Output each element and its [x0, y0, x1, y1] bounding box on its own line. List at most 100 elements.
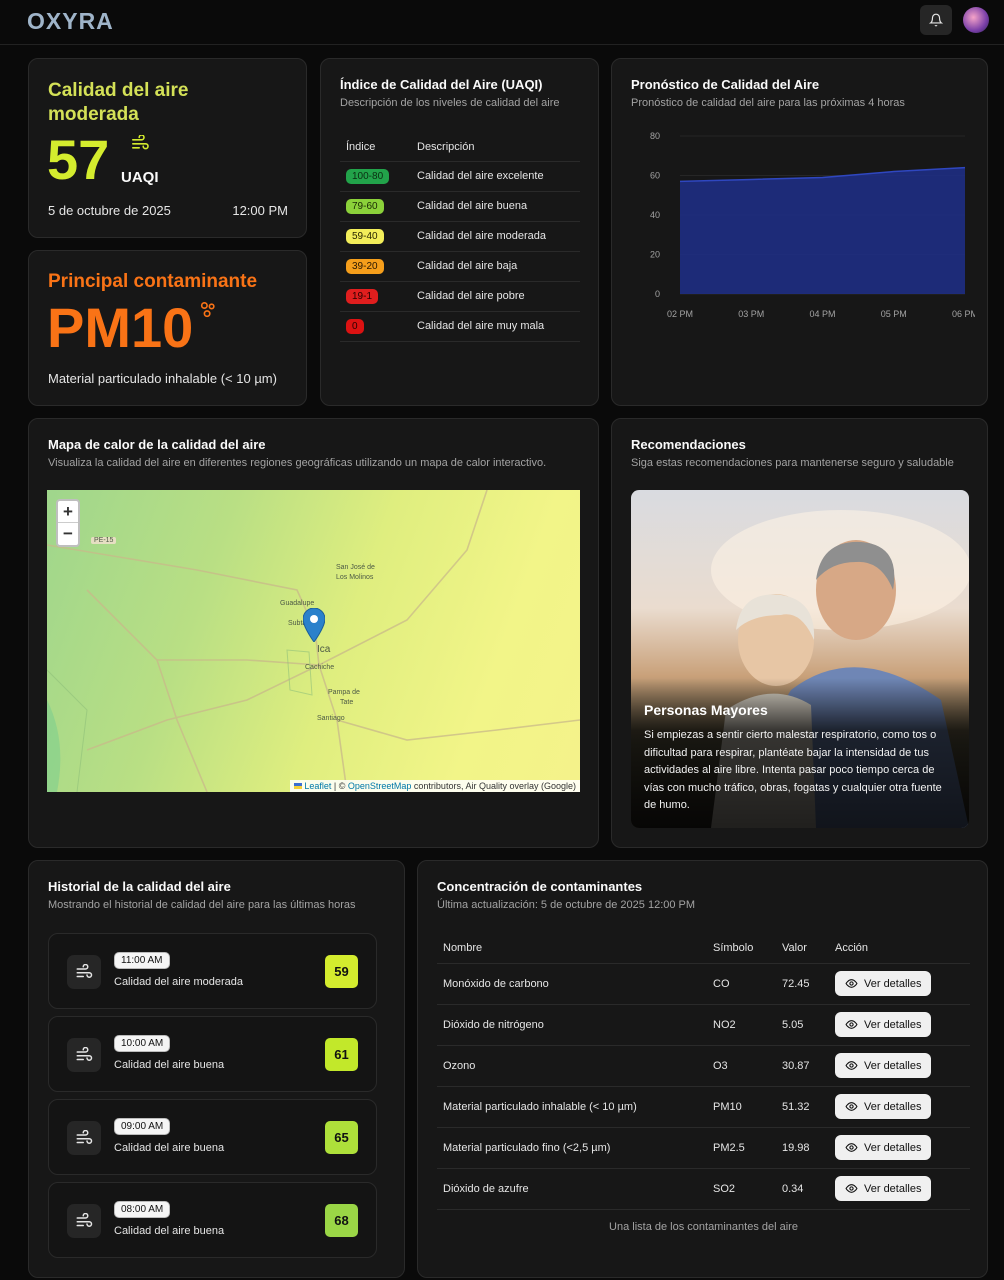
app-logo[interactable]: OXYRA — [27, 8, 114, 35]
uaqi-index-table: Índice Descripción 100-80 Calidad del air… — [340, 134, 580, 342]
recommendation-card[interactable]: Personas Mayores Si empiezas a sentir ci… — [631, 490, 969, 828]
action-column-header: Acción — [829, 933, 970, 964]
main-pollutant-value: PM10 — [47, 296, 194, 359]
index-description-cell: Calidad del aire buena — [411, 191, 580, 222]
map-place-label: Tate — [340, 699, 354, 706]
pollutant-action-cell: Ver detalles — [829, 1045, 970, 1087]
map-place-label: Santiago — [317, 715, 345, 722]
view-details-label: Ver detalles — [864, 1182, 922, 1195]
forecast-area — [680, 167, 965, 294]
history-time-badge: 08:00 AM — [114, 1201, 171, 1218]
eye-icon — [845, 979, 858, 988]
main-pollutant-card: Principal contaminante PM10 Material par… — [28, 250, 307, 406]
history-icon-box — [67, 1121, 101, 1155]
index-column-header: Índice — [340, 134, 411, 162]
pollutant-name: Ozono — [437, 1045, 707, 1087]
view-details-button[interactable]: Ver detalles — [835, 971, 932, 996]
index-range-badge: 19-1 — [346, 288, 379, 304]
index-row: 39-20 Calidad del aire baja — [340, 251, 580, 282]
history-item[interactable]: 11:00 AM Calidad del aire moderada 59 — [48, 933, 377, 1009]
index-range-cell: 59-40 — [340, 221, 411, 252]
history-description: Calidad del aire buena — [114, 1059, 225, 1071]
map-zoom-control: + − — [56, 499, 80, 547]
view-details-button[interactable]: Ver detalles — [835, 1094, 932, 1119]
map-place-label: Guadalupe — [280, 600, 315, 607]
index-range-badge: 0 — [346, 318, 364, 334]
history-item[interactable]: 10:00 AM Calidad del aire buena 61 — [48, 1016, 377, 1092]
map-place-label: Pampa de — [328, 689, 360, 696]
uaqi-index-title: Índice de Calidad del Aire (UAQI) — [340, 77, 543, 92]
recommendations-subtitle: Siga estas recomendaciones para mantener… — [631, 457, 954, 469]
top-bar: OXYRA — [0, 0, 1004, 45]
map-place-label: San José de — [336, 564, 375, 571]
pollutant-symbol: SO2 — [707, 1168, 776, 1210]
heatmap-map[interactable]: PE-15San José deLos MolinosGuadalupeSubt… — [47, 490, 580, 792]
main-pollutant-description: Material particulado inhalable (< 10 µm) — [48, 371, 277, 386]
air-quality-date: 5 de octubre de 2025 — [48, 203, 171, 218]
pollutant-value: 30.87 — [776, 1045, 829, 1087]
map-place-label: Ica — [317, 644, 331, 655]
pollutants-table: Nombre Símbolo Valor Acción Monóxido de … — [437, 933, 970, 1210]
pollutant-value: 51.32 — [776, 1086, 829, 1128]
view-details-label: Ver detalles — [864, 1141, 922, 1154]
history-item[interactable]: 08:00 AM Calidad del aire buena 68 — [48, 1182, 377, 1258]
history-icon-box — [67, 1038, 101, 1072]
bell-icon — [929, 13, 943, 27]
map-place-label: Los Molinos — [336, 574, 374, 581]
eye-icon — [845, 1184, 858, 1193]
index-range-cell: 100-80 — [340, 161, 411, 192]
air-quality-unit: UAQI — [121, 169, 159, 186]
pollutant-row: Material particulado inhalable (< 10 µm)… — [437, 1086, 970, 1128]
view-details-button[interactable]: Ver detalles — [835, 1012, 932, 1037]
view-details-button[interactable]: Ver detalles — [835, 1176, 932, 1201]
osm-link[interactable]: OpenStreetMap — [348, 781, 412, 791]
heatmap-subtitle: Visualiza la calidad del aire en diferen… — [48, 457, 547, 469]
leaflet-link[interactable]: Leaflet — [304, 781, 331, 791]
index-description-cell: Calidad del aire excelente — [411, 161, 580, 192]
eye-icon — [845, 1102, 858, 1111]
user-avatar[interactable] — [963, 7, 989, 33]
pollutant-symbol: NO2 — [707, 1004, 776, 1046]
x-tick-label: 04 PM — [809, 309, 835, 319]
notifications-button[interactable] — [920, 5, 952, 35]
pollutant-row: Material particulado fino (<2,5 µm) PM2.5… — [437, 1127, 970, 1169]
index-range-badge: 39-20 — [346, 258, 384, 274]
history-subtitle: Mostrando el historial de calidad del ai… — [48, 899, 356, 911]
history-icon-box — [67, 955, 101, 989]
zoom-out-button[interactable]: − — [58, 523, 78, 545]
index-range-cell: 19-1 — [340, 281, 411, 312]
pollutant-symbol: O3 — [707, 1045, 776, 1087]
pollutant-value: 19.98 — [776, 1127, 829, 1169]
zoom-in-button[interactable]: + — [58, 501, 78, 523]
map-marker-icon[interactable] — [303, 608, 325, 642]
pollutant-row: Dióxido de nitrógeno NO2 5.05 Ver detalles — [437, 1004, 970, 1046]
history-description: Calidad del aire buena — [114, 1225, 225, 1237]
view-details-label: Ver detalles — [864, 977, 922, 990]
map-road-label: PE-15 — [91, 537, 117, 544]
history-value-badge: 65 — [325, 1121, 358, 1154]
index-description-cell: Calidad del aire pobre — [411, 281, 580, 312]
index-range-badge: 100-80 — [346, 168, 390, 184]
wind-icon — [132, 135, 149, 150]
pollutant-action-cell: Ver detalles — [829, 1086, 970, 1128]
index-row: 0 Calidad del aire muy mala — [340, 311, 580, 342]
pollutant-name: Material particulado fino (<2,5 µm) — [437, 1127, 707, 1169]
x-tick-label: 02 PM — [667, 309, 693, 319]
history-icon-box — [67, 1204, 101, 1238]
history-description: Calidad del aire buena — [114, 1142, 225, 1154]
eye-icon — [845, 1020, 858, 1029]
view-details-button[interactable]: Ver detalles — [835, 1053, 932, 1078]
view-details-label: Ver detalles — [864, 1059, 922, 1072]
y-tick-label: 60 — [650, 171, 660, 181]
forecast-chart: 0 20 40 60 80 02 PM 03 PM 04 PM 05 PM 06 PM — [650, 131, 975, 319]
attribution-text: contributors, Air Quality overlay (Googl… — [411, 781, 576, 791]
view-details-button[interactable]: Ver detalles — [835, 1135, 932, 1160]
history-card: Historial de la calidad del aire Mostran… — [28, 860, 405, 1278]
history-item[interactable]: 09:00 AM Calidad del aire buena 65 — [48, 1099, 377, 1175]
pollutant-name: Monóxido de carbono — [437, 963, 707, 1005]
x-tick-label: 05 PM — [881, 309, 907, 319]
history-time-badge: 11:00 AM — [114, 952, 170, 969]
pollutant-symbol: PM10 — [707, 1086, 776, 1128]
pollutant-name: Material particulado inhalable (< 10 µm) — [437, 1086, 707, 1128]
pollutant-row: Monóxido de carbono CO 72.45 Ver detalles — [437, 963, 970, 1005]
